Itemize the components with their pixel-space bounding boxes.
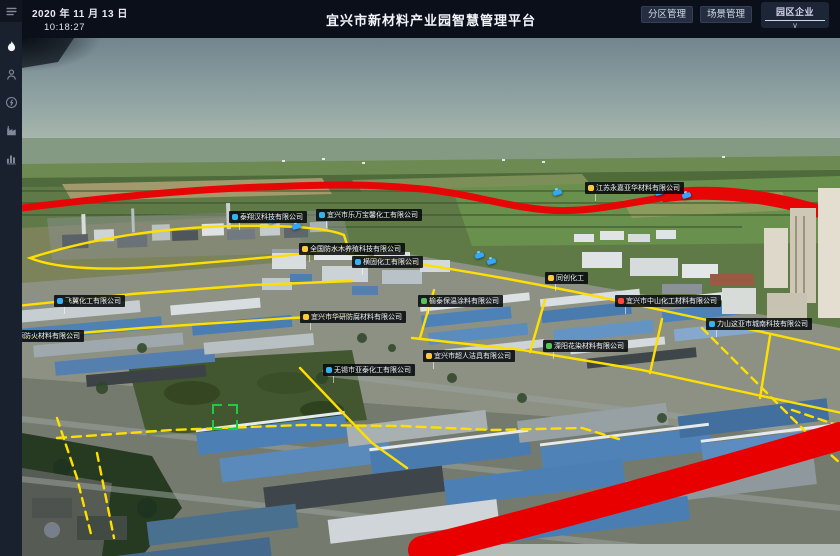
label-marker-icon (303, 314, 309, 320)
company-label[interactable]: 横固化工有限公司 (352, 256, 423, 268)
company-label-text: 飞翼化工有限公司 (65, 298, 121, 305)
label-marker-icon (548, 275, 554, 281)
park-enterprise-label: 园区企业 (761, 2, 829, 18)
scene-management-button[interactable]: 场景管理 (700, 6, 752, 23)
label-marker-icon (232, 214, 238, 220)
company-label[interactable]: 宜兴市华研防腐材料有限公司 (300, 311, 406, 323)
company-label-text: 全国防水木养殖科技有限公司 (310, 246, 401, 253)
label-marker-icon (57, 298, 63, 304)
power-icon[interactable] (0, 90, 22, 114)
label-marker-icon (319, 212, 325, 218)
selection-box (212, 404, 238, 430)
company-label[interactable]: 榆泰保温涂料有限公司 (418, 295, 503, 307)
label-marker-icon (421, 298, 427, 304)
company-label[interactable]: 江苏永嘉亚华材料有限公司 (585, 182, 684, 194)
company-label-text: 宜兴市华研防腐材料有限公司 (311, 314, 402, 321)
company-label-text: 力山这亚市城南科技有限公司 (717, 321, 808, 328)
company-label-text: 宜兴市乐万宝馨化工有限公司 (327, 212, 418, 219)
park-enterprise-dropdown[interactable]: 园区企业 ∨ (761, 2, 829, 28)
smart-park-platform: 2020 年 11 月 13 日 10:18:27 宜兴市新材料产业园智慧管理平… (0, 0, 840, 556)
company-label-text: 兴市源防火材料有限公司 (22, 333, 80, 340)
label-marker-icon (326, 367, 332, 373)
fire-icon[interactable] (0, 34, 22, 58)
chevron-down-icon: ∨ (761, 21, 829, 30)
company-label[interactable]: 无锡市亚泰化工有限公司 (323, 364, 415, 376)
company-label[interactable]: 同创化工 (545, 272, 588, 284)
label-marker-icon (588, 185, 594, 191)
company-label-text: 江苏永嘉亚华材料有限公司 (596, 185, 680, 192)
label-marker-icon (618, 298, 624, 304)
partition-management-button[interactable]: 分区管理 (641, 6, 693, 23)
company-label-text: 溧阳花染材料有限公司 (554, 343, 624, 350)
menu-icon[interactable] (0, 0, 22, 22)
company-label-text: 横固化工有限公司 (363, 259, 419, 266)
company-label-text: 泰翔汉科技有限公司 (240, 214, 303, 221)
company-label[interactable]: 全国防水木养殖科技有限公司 (299, 243, 405, 255)
company-label-text: 宜兴市中山化工材料有限公司 (626, 298, 717, 305)
company-label[interactable]: 力山这亚市城南科技有限公司 (706, 318, 812, 330)
bar-chart-icon[interactable] (0, 146, 22, 170)
map-3d-view[interactable]: 泰翔汉科技有限公司 宜兴市乐万宝馨化工有限公司 江苏永嘉亚华材料有限公司全国防水木养… (22, 38, 840, 556)
label-marker-icon (709, 321, 715, 327)
label-marker-icon (302, 246, 308, 252)
factory-icon[interactable] (0, 118, 22, 142)
company-label[interactable]: 宜兴市超人洁具有限公司 (423, 350, 515, 362)
company-label-text: 榆泰保温涂料有限公司 (429, 298, 499, 305)
company-label[interactable]: 宜兴市乐万宝馨化工有限公司 (316, 209, 422, 221)
company-label-text: 无锡市亚泰化工有限公司 (334, 367, 411, 374)
label-marker-icon (426, 353, 432, 359)
company-label[interactable]: 泰翔汉科技有限公司 (229, 211, 307, 223)
label-marker-icon (355, 259, 361, 265)
company-label[interactable]: 溧阳花染材料有限公司 (543, 340, 628, 352)
label-marker-icon (546, 343, 552, 349)
person-icon[interactable] (0, 62, 22, 86)
company-label[interactable]: 飞翼化工有限公司 (54, 295, 125, 307)
sidebar (0, 0, 22, 556)
company-label-text: 同创化工 (556, 275, 584, 282)
header-bar: 2020 年 11 月 13 日 10:18:27 宜兴市新材料产业园智慧管理平… (22, 0, 840, 38)
company-label[interactable]: 宜兴市中山化工材料有限公司 (615, 295, 721, 307)
company-label[interactable]: 兴市源防火材料有限公司 (22, 330, 84, 342)
company-label-text: 宜兴市超人洁具有限公司 (434, 353, 511, 360)
